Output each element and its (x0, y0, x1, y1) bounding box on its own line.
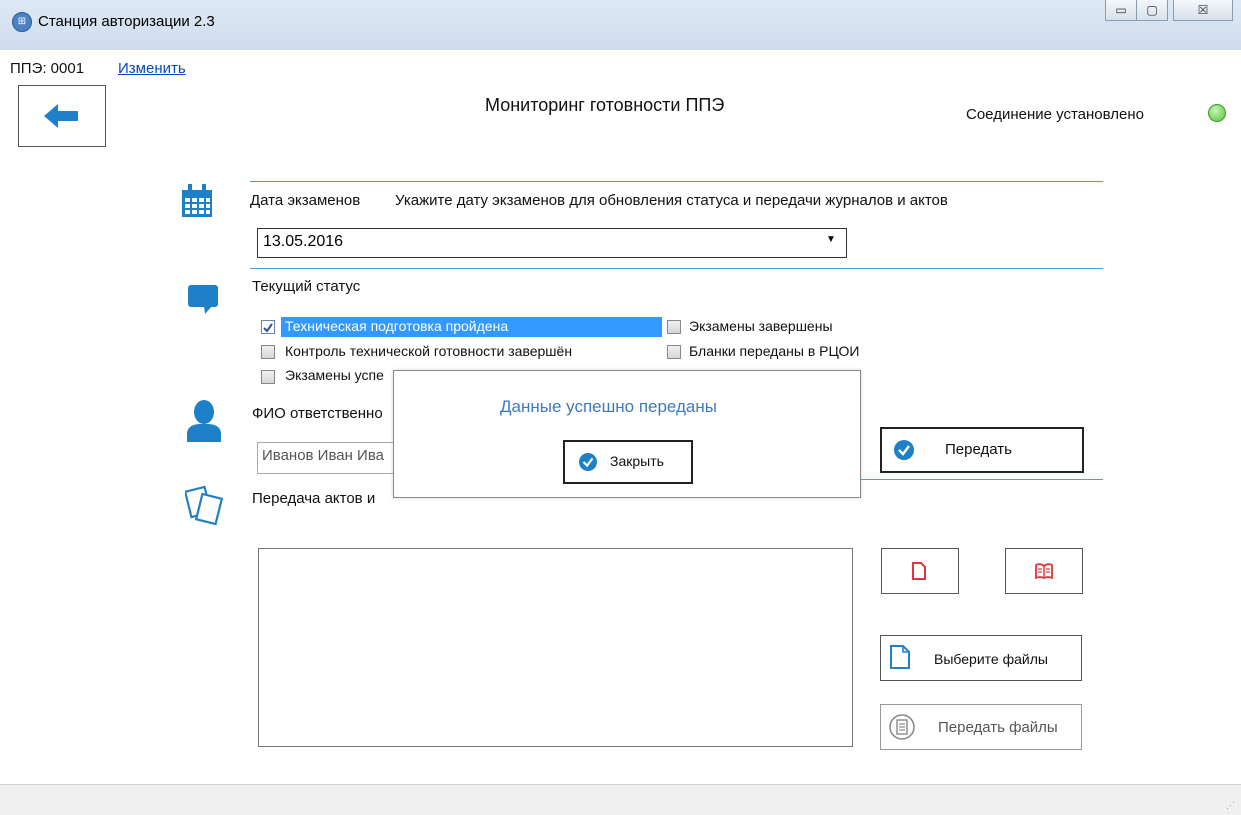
send-files-label: Передать файлы (938, 719, 1058, 736)
checkmark-icon (263, 323, 273, 333)
status-checkbox-forms-sent[interactable] (667, 345, 681, 359)
status-bar: ⋰ (0, 784, 1241, 815)
status-item-label: Экзамены успе (285, 367, 384, 383)
file-icon (890, 645, 910, 669)
divider (250, 268, 1103, 269)
page-title: Мониторинг готовности ППЭ (485, 95, 725, 115)
divider (250, 181, 1103, 182)
file-icon (912, 562, 926, 580)
status-label: Текущий статус (252, 278, 361, 295)
choose-files-label: Выберите файлы (934, 651, 1048, 667)
status-checkbox-exams-finished[interactable] (667, 320, 681, 334)
send-button-label: Передать (945, 441, 1012, 458)
status-checkbox-tech-prep[interactable] (261, 320, 275, 334)
acts-label: Передача актов и (252, 490, 376, 507)
minimize-button[interactable]: ▭ (1105, 0, 1137, 21)
status-checkbox-tech-control[interactable] (261, 345, 275, 359)
resize-grip-icon[interactable]: ⋰ (1226, 800, 1235, 811)
window-titlebar: ⊞ Станция авторизации 2.3 ▭ ▢ ☒ (0, 0, 1241, 51)
person-icon (187, 400, 221, 442)
document-list-icon (889, 714, 915, 740)
responsible-label: ФИО ответственно (252, 405, 383, 422)
close-window-button[interactable]: ☒ (1173, 0, 1233, 21)
check-circle-icon (579, 453, 597, 471)
ppe-change-link[interactable]: Изменить (118, 60, 186, 77)
dropdown-arrow-icon[interactable]: ▼ (826, 234, 836, 245)
back-button[interactable] (18, 85, 106, 147)
maximize-button[interactable]: ▢ (1136, 0, 1168, 21)
calendar-icon (181, 184, 213, 218)
responsible-name-value: Иванов Иван Ива (262, 447, 384, 464)
check-circle-icon (894, 440, 914, 460)
documents-icon (185, 484, 223, 526)
dialog-close-label: Закрыть (610, 453, 664, 469)
app-icon: ⊞ (12, 12, 32, 32)
speech-bubble-icon (188, 285, 218, 315)
exam-date-label: Дата экзаменов (250, 192, 361, 209)
book-icon (1035, 563, 1053, 579)
connection-indicator (1208, 104, 1226, 122)
status-checkbox-exams-success[interactable] (261, 370, 275, 384)
window-title: Станция авторизации 2.3 (38, 13, 215, 30)
status-item-label: Техническая подготовка пройдена (285, 318, 509, 334)
status-item-label: Контроль технической готовности завершён (285, 343, 573, 359)
arrow-left-icon (44, 104, 78, 128)
ppe-label: ППЭ: 0001 (10, 60, 85, 77)
exam-date-select[interactable] (257, 228, 847, 258)
status-item-label: Экзамены завершены (689, 318, 833, 334)
exam-date-value: 13.05.2016 (263, 233, 344, 250)
journal-button[interactable] (1005, 548, 1083, 594)
files-list[interactable] (258, 548, 853, 747)
divider (858, 479, 1103, 480)
connection-status: Соединение установлено (966, 106, 1144, 123)
status-item-label: Бланки переданы в РЦОИ (689, 343, 860, 359)
dialog-message: Данные успешно переданы (500, 397, 717, 416)
document-button[interactable] (881, 548, 959, 594)
exam-date-hint: Укажите дату экзаменов для обновления ст… (395, 192, 948, 209)
